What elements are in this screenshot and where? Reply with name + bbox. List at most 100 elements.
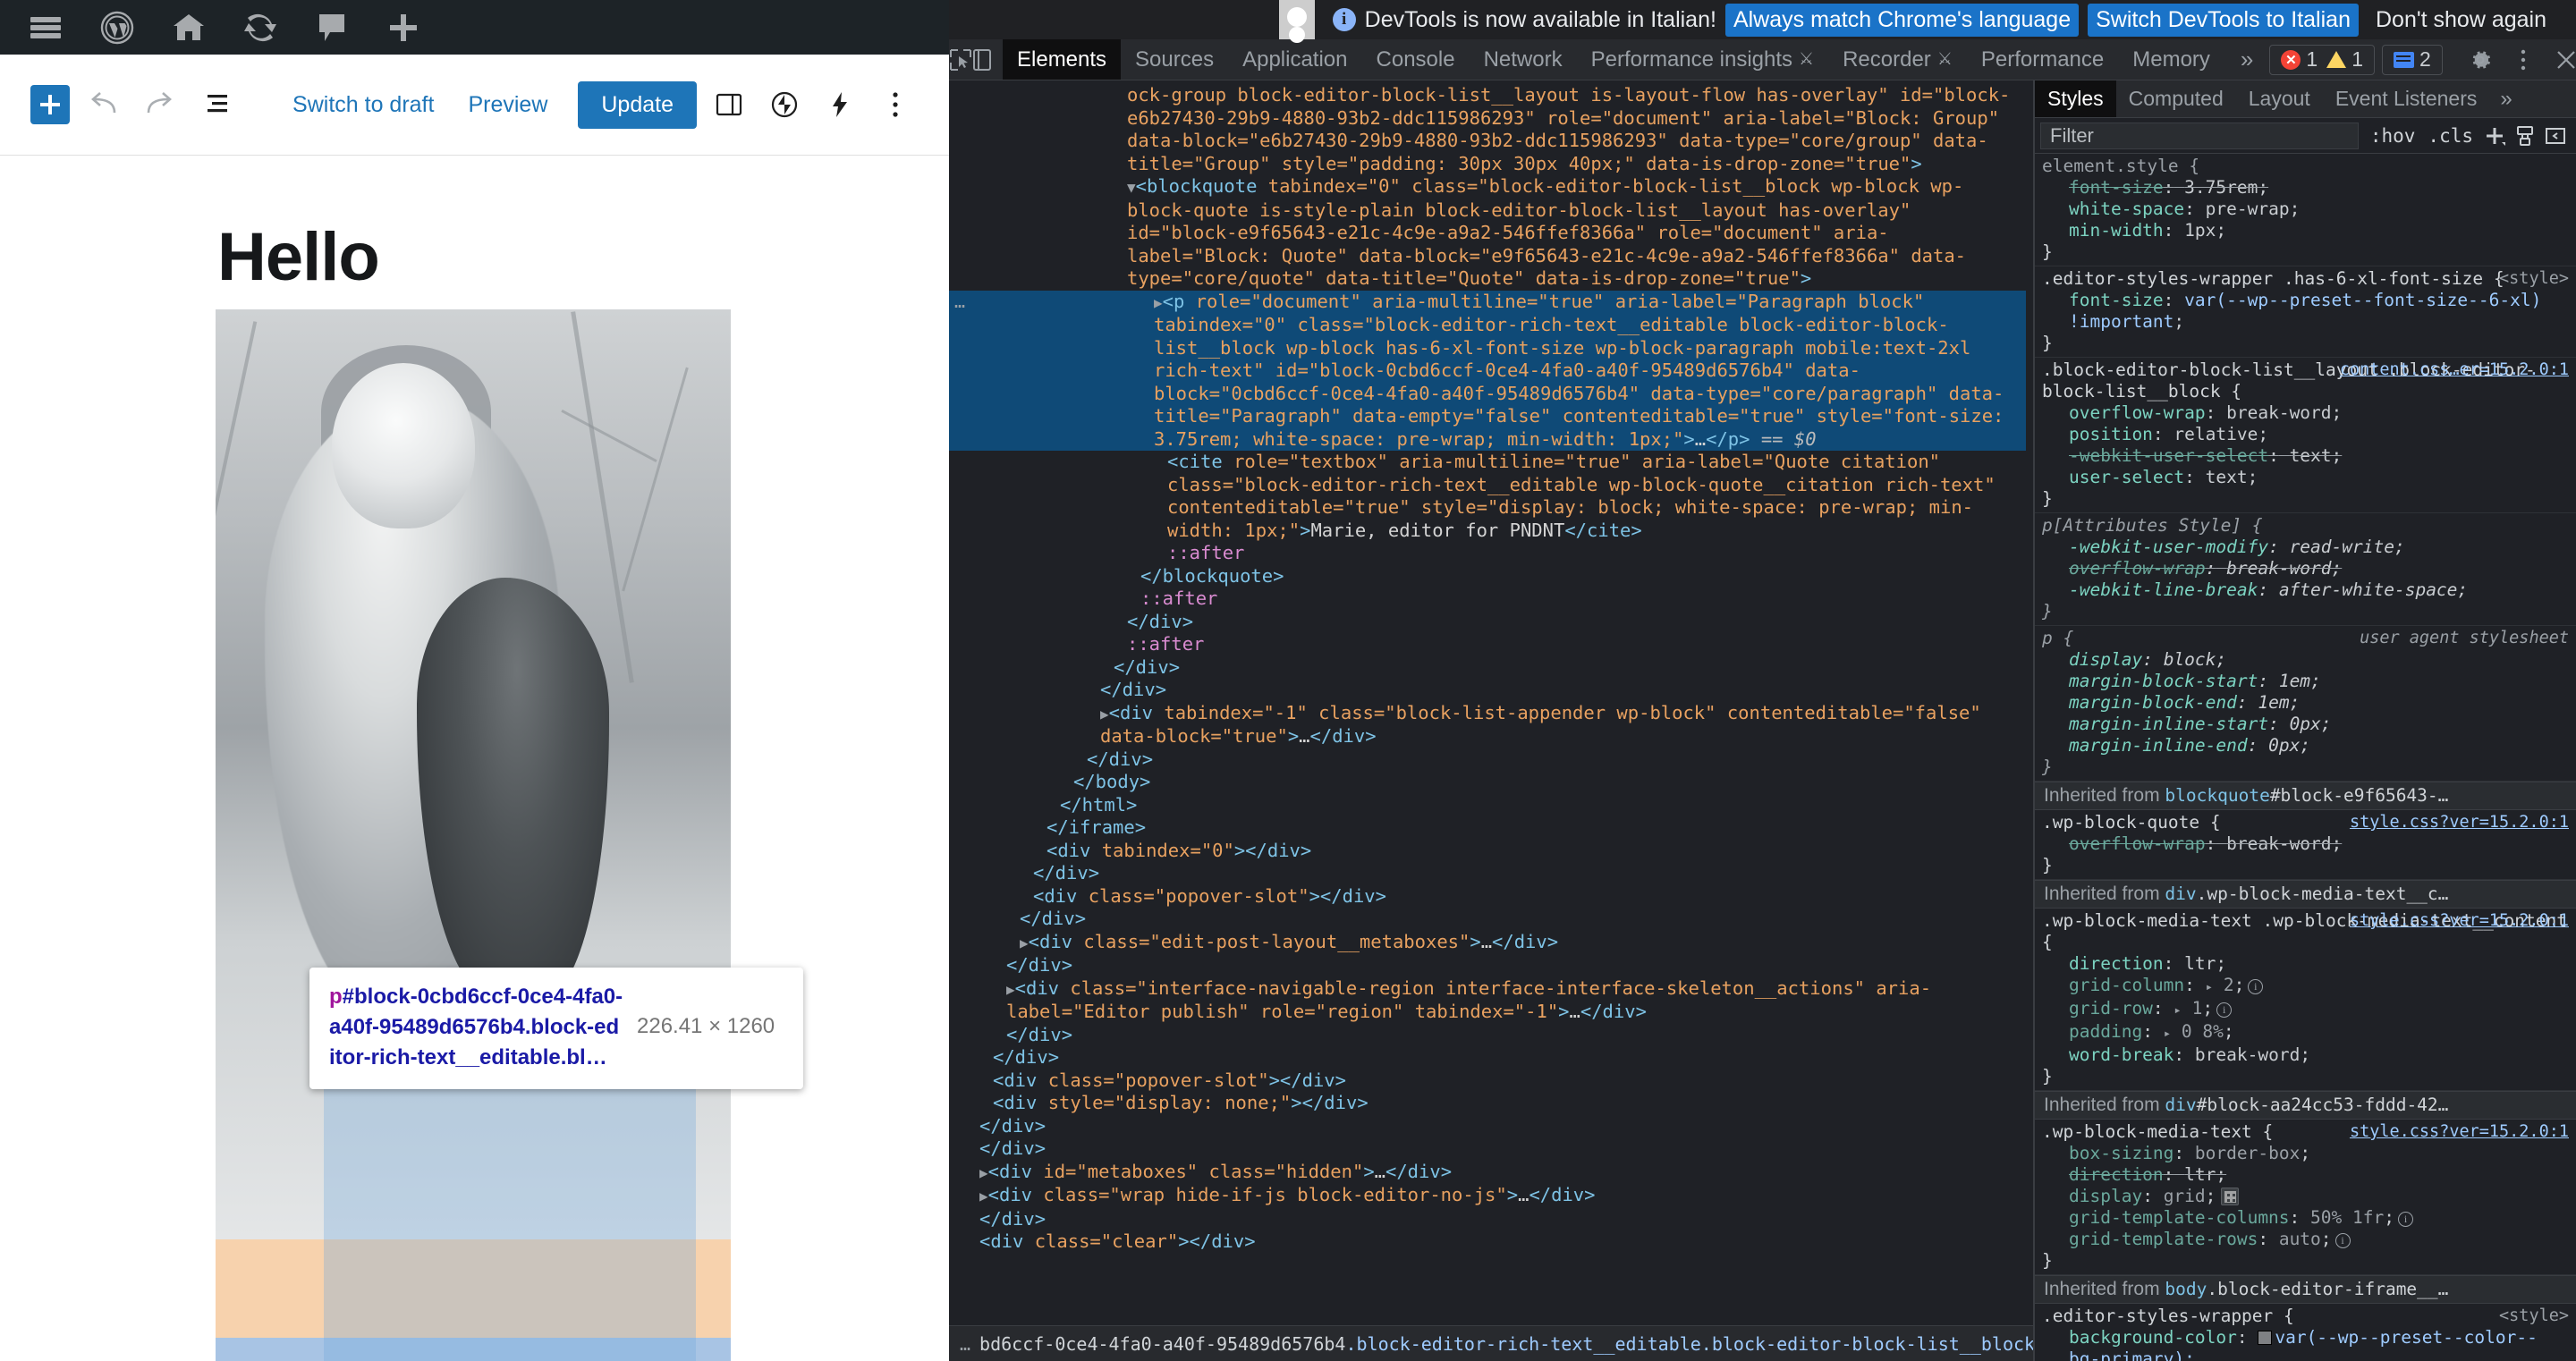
css-declaration[interactable]: grid-template-columns: 50% 1fr; i [2042,1207,2569,1229]
dom-node-selected[interactable]: … ▶<p role="document" aria-multiline="tru… [949,290,2026,451]
dom-node[interactable]: </body> [949,771,2026,794]
stylesheet-link[interactable]: style.css?ver=15.2.0:1 [2350,812,2569,833]
undo-arrow-icon[interactable] [79,80,127,129]
css-selector[interactable]: p[Attributes Style] { [2042,515,2569,537]
css-property-name[interactable]: -webkit-line-break [2069,579,2258,600]
preview-button[interactable]: Preview [455,92,560,118]
wordpress-logo-icon[interactable] [84,0,150,55]
expand-triangle-icon[interactable]: ▸ [2174,1003,2181,1018]
css-declaration[interactable]: overflow-wrap: break-word; [2042,558,2569,579]
color-swatch[interactable] [2258,1331,2273,1345]
css-property-name[interactable]: grid-row [2069,998,2153,1019]
css-property-value[interactable]: 1 [2192,998,2203,1019]
css-rules-list[interactable]: element.style {font-size: 3.75rem; white-… [2035,154,2576,1361]
dom-node[interactable]: </blockquote> [949,565,2026,588]
css-property-value[interactable]: 0px [2268,735,2300,756]
menu-icon[interactable] [13,0,79,55]
css-declaration[interactable]: margin-block-start: 1em; [2042,671,2569,692]
tab-event-listeners[interactable]: Event Listeners [2323,80,2490,117]
tab-application[interactable]: Application [1228,39,1361,80]
css-property-value[interactable]: auto [2279,1229,2321,1249]
css-property-name[interactable]: margin-block-start [2069,671,2258,691]
css-selector[interactable]: .editor-styles-wrapper { [2042,1306,2569,1327]
css-rule[interactable]: style.css?ver=15.2.0:1 .wp-block-media-te… [2035,909,2576,1091]
css-property-name[interactable]: user-select [2069,467,2184,487]
dom-node[interactable]: <div style="display: none;"></div> [949,1092,2026,1115]
css-property-name[interactable]: margin-inline-end [2069,735,2248,756]
css-property-value[interactable]: grid [2164,1186,2206,1206]
css-property-value[interactable]: relative [2174,424,2258,444]
grid-overlay-icon[interactable] [2221,1188,2240,1205]
dom-node[interactable]: ::after [949,633,2026,656]
css-declaration[interactable]: margin-block-end: 1em; [2042,692,2569,714]
tab-console[interactable]: Console [1362,39,1470,80]
dom-node[interactable]: ▼<blockquote tabindex="0" class="block-e… [949,175,2026,291]
css-declaration[interactable]: padding: ▸ 0 8%; [2042,1021,2569,1044]
warning-counter[interactable]: 1 [2326,47,2363,72]
dom-node[interactable]: ::after [949,588,2026,611]
tab-network[interactable]: Network [1470,39,1577,80]
css-rule[interactable]: user agent stylesheet p {display: block; m… [2035,626,2576,782]
css-property-name[interactable]: background-color [2069,1327,2237,1348]
message-counter-group[interactable]: 2 [2381,44,2443,75]
css-property-name[interactable]: grid-template-columns [2069,1207,2290,1228]
tab-performance-insights[interactable]: Performance insights ⚔ [1577,39,1828,80]
css-property-value[interactable]: ltr [2184,953,2216,974]
css-property-value[interactable]: break-word [2226,402,2331,423]
css-declaration[interactable]: display: grid; [2042,1186,2569,1207]
css-property-value[interactable]: 3.75rem [2184,177,2258,198]
plus-icon[interactable] [370,0,436,55]
css-property-value[interactable]: text [2290,445,2332,466]
css-property-value[interactable]: block [2164,649,2216,670]
dom-node[interactable]: <div class="popover-slot"></div> [949,885,2026,909]
dom-node[interactable]: </div> [949,1046,2026,1069]
css-property-name[interactable]: margin-inline-start [2069,714,2268,734]
css-declaration[interactable]: user-select: text; [2042,467,2569,488]
css-declaration[interactable]: box-sizing: border-box; [2042,1143,2569,1164]
three-dots-vertical-icon[interactable] [2504,39,2543,80]
device-toolbar-icon[interactable] [972,39,992,80]
css-property-value[interactable]: pre-wrap [2206,199,2290,219]
dom-node[interactable]: ▶<div tabindex="-1" class="block-list-ap… [949,702,2026,748]
css-declaration[interactable]: grid-column: ▸ 2; i [2042,975,2569,998]
css-declaration[interactable]: position: relative; [2042,424,2569,445]
css-property-value[interactable]: ltr [2184,1164,2216,1185]
stylesheet-link[interactable]: content.css…er=15.2.0:1 [2340,359,2569,381]
dont-show-again-button[interactable]: Don't show again [2368,4,2555,37]
breadcrumb-current[interactable]: bd6ccf-0ce4-4fa0-a40f-95489d6576b4.block… [979,1333,2033,1355]
dom-node[interactable]: </div> [949,1024,2026,1047]
expand-triangle-icon[interactable]: ▸ [2164,1027,2171,1041]
css-declaration[interactable]: direction: ltr; [2042,953,2569,975]
dom-node[interactable]: </div> [949,862,2026,885]
css-property-value[interactable]: 1em [2258,692,2289,713]
dom-node[interactable]: </div> [949,611,2026,634]
css-property-name[interactable]: white-space [2069,199,2184,219]
breadcrumb-overflow-left[interactable]: … [960,1333,970,1355]
css-declaration[interactable]: -webkit-user-modify: read-write; [2042,537,2569,558]
css-rule[interactable]: <style> .editor-styles-wrapper .has-6-xl-… [2035,266,2576,358]
chevron-double-right-icon[interactable]: » [2224,39,2269,80]
css-property-name[interactable]: margin-block-end [2069,692,2237,713]
css-property-name[interactable]: position [2069,424,2153,444]
redo-arrow-icon[interactable] [136,80,184,129]
hover-state-toggle[interactable]: :hov [2364,125,2422,147]
class-toggle[interactable]: .cls [2421,125,2479,147]
css-property-value[interactable]: after-white-space [2279,579,2458,600]
dom-node[interactable]: </div> [949,656,2026,680]
dom-node[interactable]: ▶<div class="interface-navigable-region … [949,977,2026,1024]
dom-node[interactable]: <cite role="textbox" aria-multiline="tru… [949,451,2026,542]
comment-icon[interactable] [299,0,365,55]
gear-icon[interactable] [2461,39,2500,80]
chevron-double-right-icon[interactable]: » [2489,80,2522,117]
stylesheet-link[interactable]: style.css?ver=15.2.0:1 [2350,1121,2569,1143]
dom-node[interactable]: ▶<div id="metaboxes" class="hidden">…</d… [949,1161,2026,1185]
css-property-name[interactable]: grid-template-rows [2069,1229,2258,1249]
dom-tree-pane[interactable]: ock-group block-editor-block-list__layou… [949,80,2033,1361]
error-counter[interactable]: ✕ 1 [2281,47,2318,72]
css-property-value[interactable]: 2 [2224,975,2234,995]
dom-node[interactable]: </div> [949,679,2026,702]
switch-devtools-to-italian-button[interactable]: Switch DevTools to Italian [2088,3,2359,37]
lightning-bolt-icon[interactable] [817,81,863,128]
dom-node[interactable]: ock-group block-editor-block-list__layou… [949,84,2026,175]
css-rule[interactable]: content.css…er=15.2.0:1 .block-editor-blo… [2035,358,2576,513]
